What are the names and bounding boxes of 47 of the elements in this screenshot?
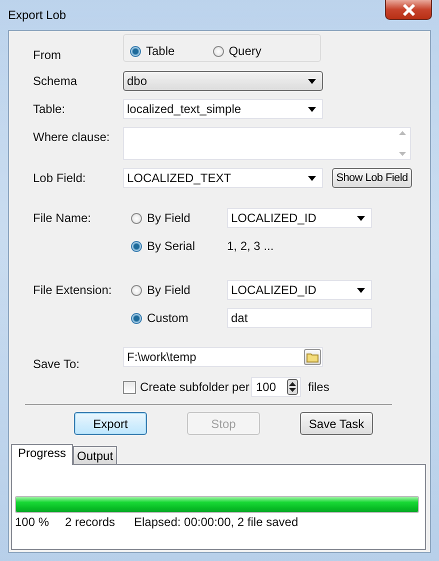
dropdown-arrow-icon [308, 79, 316, 84]
serial-example: 1, 2, 3 ... [227, 239, 274, 253]
lob-field-dropdown[interactable]: LOCALIZED_TEXT [123, 168, 323, 188]
save-path-field[interactable]: F:\work\temp [123, 347, 323, 367]
dropdown-arrow-icon [357, 216, 365, 221]
table-label: Table: [33, 102, 66, 116]
window-title: Export Lob [8, 8, 66, 22]
lob-field-label: Lob Field: [33, 170, 87, 185]
dropdown-arrow-icon [308, 107, 316, 112]
from-label: From [33, 48, 62, 62]
tab[interactable]: Progress [11, 444, 74, 465]
radio-option[interactable]: Custom [131, 311, 227, 325]
folder-icon [306, 352, 319, 362]
where-clause-label: Where clause: [33, 129, 111, 144]
radio-option[interactable]: Table [130, 44, 175, 58]
scroll-up-icon[interactable] [398, 131, 406, 135]
extension-field[interactable]: dat [227, 308, 372, 328]
dropdown-arrow-icon [308, 176, 316, 181]
spin-arrows-icon [287, 379, 298, 395]
action-button[interactable]: Save Task [300, 412, 373, 435]
where-clause-field[interactable] [123, 127, 411, 160]
action-button[interactable]: Export [74, 412, 147, 435]
elapsed-text: Elapsed: 00:00:00, 2 file saved [134, 515, 298, 529]
field-dropdown[interactable]: LOCALIZED_ID [227, 208, 372, 228]
radio-option[interactable]: By Serial [131, 239, 227, 253]
radio-option[interactable]: By Field [131, 211, 227, 225]
table-dropdown[interactable]: localized_text_simple [123, 99, 323, 119]
close-icon [402, 4, 416, 16]
percent-text: 100 % [15, 515, 50, 529]
field-dropdown[interactable]: LOCALIZED_ID [227, 280, 372, 300]
section-label: File Name: [33, 210, 92, 225]
schema-label: Schema [33, 74, 78, 88]
show-lob-field-button[interactable]: Show Lob Field [332, 168, 412, 188]
scroll-down-icon[interactable] [398, 152, 406, 156]
records-text: 2 records [65, 515, 116, 529]
files-label: files [308, 380, 330, 394]
save-to-label: Save To: [33, 357, 80, 371]
radio-option[interactable]: Query [212, 44, 262, 58]
dropdown-arrow-icon [357, 288, 365, 293]
tab[interactable]: Output [73, 446, 118, 464]
radio-option[interactable]: By Field [131, 283, 227, 297]
section-label: File Extension: [33, 282, 113, 297]
close-button[interactable] [385, 0, 432, 20]
schema-dropdown[interactable]: dbo [123, 71, 323, 91]
subfolder-count-spinner[interactable]: 100 [251, 377, 301, 397]
browse-button[interactable] [304, 349, 321, 365]
subfolder-checkbox[interactable]: Create subfolder per [123, 380, 251, 394]
